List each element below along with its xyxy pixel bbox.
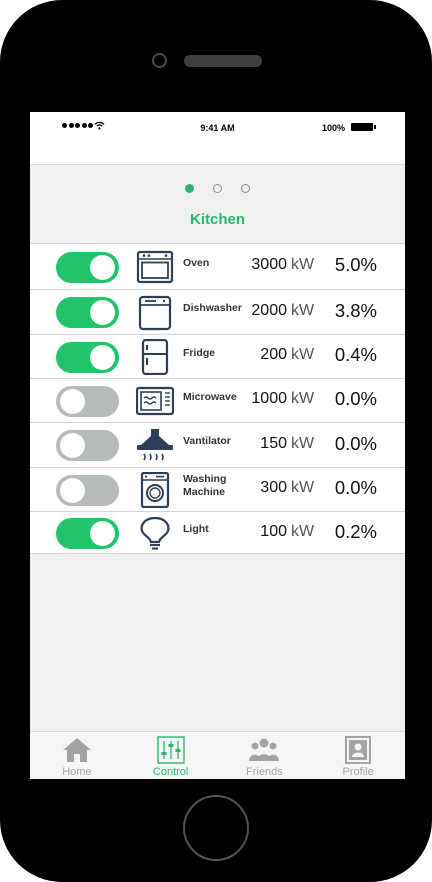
tab-label: Home — [62, 766, 92, 778]
device-usage-percent: 3.8% — [334, 300, 377, 321]
device-row: Vantilator 150 kW 0.0% — [30, 422, 405, 467]
device-power-unit: kW — [291, 346, 315, 363]
clock: 9:41 AM — [200, 123, 235, 133]
device-usage-percent: 0.0% — [334, 388, 377, 409]
device-power: 1000 — [251, 390, 287, 407]
room-title: Kitchen — [189, 211, 245, 228]
toggle-knob — [60, 389, 85, 414]
device-toggle[interactable] — [56, 386, 119, 417]
device-name: Washing Machine — [183, 473, 227, 498]
device-usage-percent: 0.4% — [334, 344, 377, 365]
toggle-knob — [90, 255, 115, 280]
battery-percentage: 100% — [321, 123, 345, 133]
page-dot[interactable] — [213, 184, 222, 193]
tab-label: Profile — [342, 766, 374, 778]
oven-icon — [136, 249, 174, 285]
earpiece-speaker — [184, 55, 262, 67]
page-dot[interactable] — [185, 184, 194, 193]
device-name: Light — [183, 523, 209, 535]
profile-icon — [343, 736, 373, 764]
fridge-icon — [136, 338, 174, 376]
device-power: 200 — [260, 346, 287, 363]
ventilator-icon — [136, 428, 174, 464]
device-power: 2000 — [251, 302, 287, 319]
device-power-unit: kW — [291, 479, 315, 496]
device-row: Dishwasher 2000 kW 3.8% — [30, 289, 405, 334]
device-usage-percent: 5.0% — [334, 254, 377, 275]
device-row: Washing Machine 300 kW 0.0% — [30, 467, 405, 511]
device-row: Light 100 kW 0.2% — [30, 511, 405, 554]
home-hardware-button[interactable] — [183, 795, 249, 861]
device-power-unit: kW — [291, 435, 315, 452]
device-usage-percent: 0.0% — [334, 477, 377, 498]
home-icon — [62, 736, 92, 764]
tab-profile[interactable]: Profile — [311, 732, 405, 779]
page-dot[interactable] — [241, 184, 250, 193]
device-power-unit: kW — [291, 302, 315, 319]
device-toggle[interactable] — [56, 342, 119, 373]
toggle-knob — [90, 300, 115, 325]
dishwasher-icon — [136, 295, 174, 331]
tab-control[interactable]: Control — [124, 732, 218, 779]
toggle-knob — [90, 521, 115, 546]
page-indicator[interactable] — [30, 184, 405, 193]
light-bulb-icon — [136, 516, 174, 552]
status-bar: 9:41 AM 100% — [30, 112, 405, 142]
device-toggle[interactable] — [56, 252, 119, 283]
device-name: Oven — [183, 257, 210, 269]
device-power: 300 — [260, 479, 287, 496]
device-name: Fridge — [183, 347, 216, 359]
friends-icon — [249, 736, 280, 764]
toggle-knob — [60, 478, 85, 503]
device-usage-percent: 0.2% — [334, 521, 377, 542]
device-power: 100 — [260, 523, 287, 540]
device-name: Dishwasher — [183, 302, 242, 314]
device-usage-percent: 0.0% — [334, 433, 377, 454]
device-power: 150 — [260, 435, 287, 452]
tab-friends[interactable]: Friends — [218, 732, 312, 779]
microwave-icon — [135, 383, 175, 419]
app-screen: 9:41 AM 100% Kitchen Oven 3000 kW 5.0% Dishw… — [30, 112, 405, 779]
device-toggle[interactable] — [56, 430, 119, 461]
phone-frame: 9:41 AM 100% Kitchen Oven 3000 kW 5.0% Dishw… — [0, 0, 432, 882]
device-power-unit: kW — [291, 390, 315, 407]
battery-icon — [351, 123, 376, 131]
tab-label: Friends — [246, 766, 283, 778]
header-divider — [30, 164, 405, 165]
nav-header — [30, 142, 405, 164]
washing-machine-icon — [136, 471, 174, 509]
tab-home[interactable]: Home — [30, 732, 124, 779]
device-power: 3000 — [251, 256, 287, 273]
device-power-unit: kW — [291, 256, 315, 273]
device-toggle[interactable] — [56, 297, 119, 328]
device-name: Vantilator — [183, 435, 231, 447]
toggle-knob — [90, 345, 115, 370]
device-row: Microwave 1000 kW 0.0% — [30, 378, 405, 422]
device-row: Fridge 200 kW 0.4% — [30, 334, 405, 378]
device-name: Microwave — [183, 391, 237, 403]
toggle-knob — [60, 433, 85, 458]
device-list: Oven 3000 kW 5.0% Dishwasher 2000 kW 3.8% Fridge… — [30, 243, 405, 554]
tab-label: Control — [152, 766, 189, 778]
sliders-icon — [156, 736, 186, 764]
device-row: Oven 3000 kW 5.0% — [30, 243, 405, 289]
tab-bar: Home Control Friends Profile — [30, 731, 405, 779]
device-toggle[interactable] — [56, 475, 119, 506]
device-toggle[interactable] — [56, 518, 119, 549]
device-power-unit: kW — [291, 523, 315, 540]
front-camera — [152, 53, 167, 68]
